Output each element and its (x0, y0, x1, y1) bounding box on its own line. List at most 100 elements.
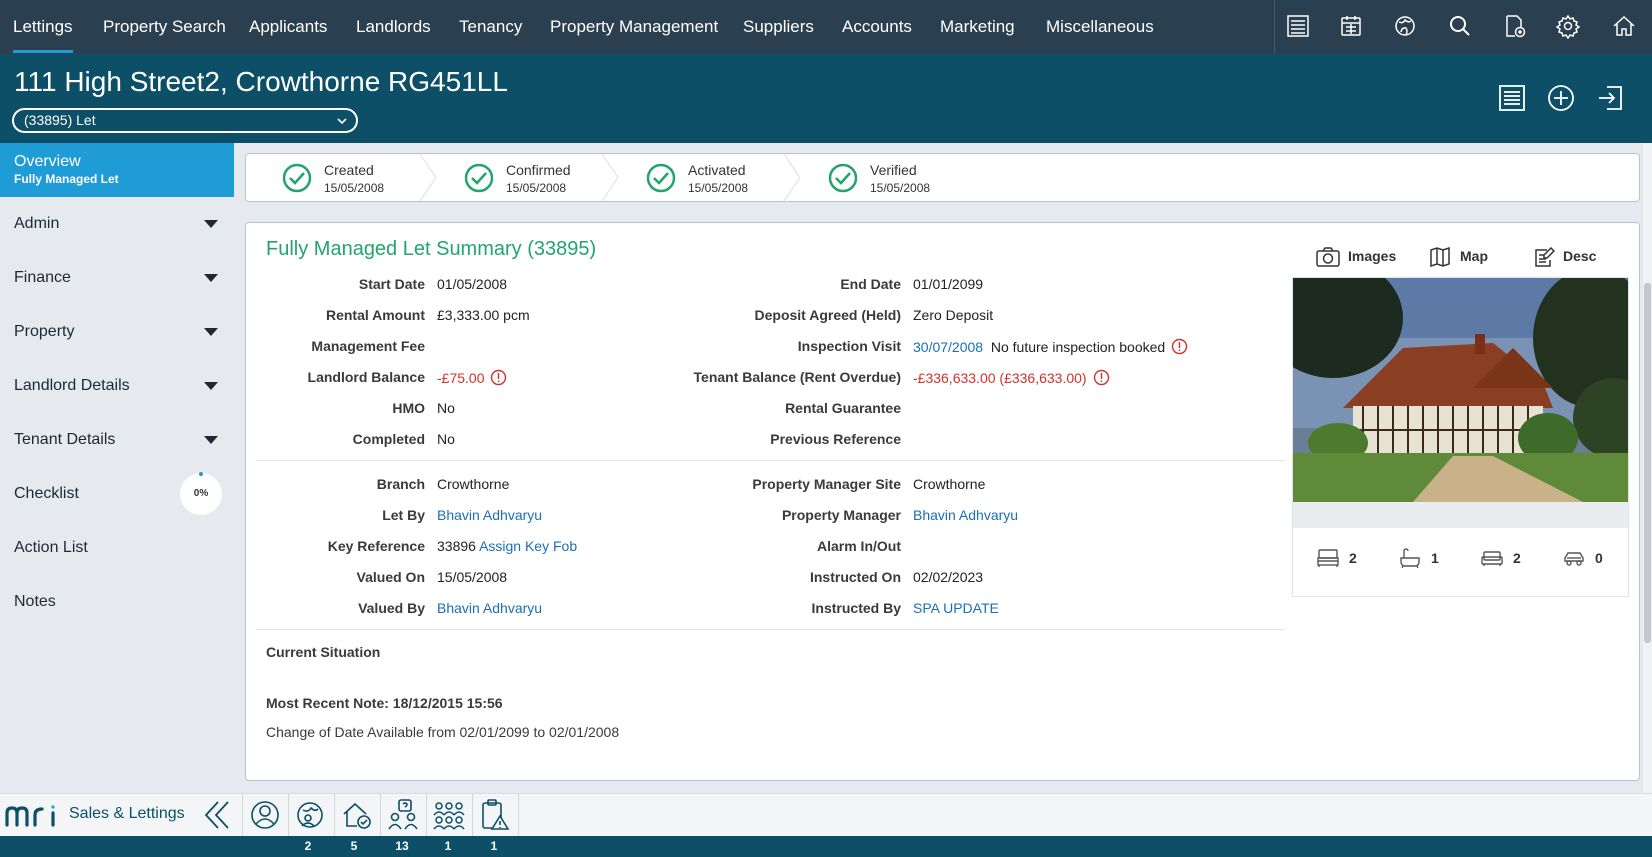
field-label: Valued By (358, 600, 425, 616)
step-date: 15/05/2008 (324, 181, 385, 195)
nav-lettings[interactable]: Lettings (13, 0, 73, 54)
field-label: Alarm In/Out (816, 538, 901, 554)
sidebar-item-checklist[interactable]: Checklist 0% (0, 467, 234, 521)
inspection-visit-link[interactable]: 30/07/2008 (913, 339, 983, 355)
tenancy-status-select[interactable]: (33895) Let (12, 108, 358, 133)
nav-miscellaneous[interactable]: Miscellaneous (1046, 0, 1154, 54)
sidebar-item-label: Property (14, 323, 75, 340)
field-label: Instructed On (809, 569, 901, 585)
start-date-value: 01/05/2008 (437, 276, 508, 292)
user-question-icon[interactable] (386, 798, 420, 832)
step-verified: Verified 15/05/2008 (792, 154, 974, 201)
sidebar-item-admin[interactable]: Admin (0, 197, 234, 251)
check-circle-icon (282, 163, 312, 193)
sidebar-item-label: Landlord Details (14, 377, 130, 394)
field-label: Tenant Balance (Rent Overdue) (693, 369, 901, 385)
warning-icon (490, 369, 507, 386)
field-label: Deposit Agreed (Held) (754, 307, 902, 323)
gear-icon[interactable] (1555, 13, 1581, 39)
nav-applicants[interactable]: Applicants (249, 0, 327, 54)
sidebar-item-property[interactable]: Property (0, 305, 234, 359)
step-date: 15/05/2008 (870, 181, 931, 195)
end-date-value: 01/01/2099 (913, 276, 984, 292)
tab-map[interactable]: Map (1430, 241, 1510, 281)
user-icon[interactable] (248, 798, 282, 832)
pm-site-value: Crowthorne (913, 476, 986, 492)
field-label: Completed (352, 431, 425, 447)
warning-icon (1093, 369, 1110, 386)
valued-by-link[interactable]: Bhavin Adhvaryu (437, 600, 542, 616)
nav-property-search[interactable]: Property Search (103, 0, 226, 54)
landlord-balance-value: -£75.00 (437, 370, 485, 386)
receptions-count: 2 (1513, 550, 1521, 566)
group-icon[interactable] (432, 798, 466, 832)
field-label: Management Fee (311, 338, 425, 354)
calendar-icon[interactable] (1338, 13, 1364, 39)
nav-landlords[interactable]: Landlords (356, 0, 431, 54)
property-header: 111 High Street2, Crowthorne RG451LL (33… (0, 54, 1652, 143)
sidebar-item-landlord-details[interactable]: Landlord Details (0, 359, 234, 413)
clipboard-alert-icon[interactable] (478, 798, 512, 832)
scrollbar[interactable] (1643, 143, 1652, 793)
property-manager-link[interactable]: Bhavin Adhvaryu (913, 507, 1018, 523)
nav-marketing[interactable]: Marketing (940, 0, 1015, 54)
field-label: Property Manager (781, 507, 901, 523)
exit-icon[interactable] (1594, 82, 1626, 114)
nav-property-management[interactable]: Property Management (550, 0, 718, 54)
sidebar-item-notes[interactable]: Notes (0, 575, 234, 629)
alerts-count: 1 (490, 839, 498, 853)
list-icon[interactable] (1285, 13, 1311, 39)
sidebar-item-label: Notes (14, 593, 56, 610)
field-label: HMO (392, 400, 425, 416)
warning-icon (1171, 338, 1188, 355)
collapse-chevron-icon[interactable] (202, 798, 232, 832)
contacts-count: 2 (304, 839, 312, 853)
nav-accounts[interactable]: Accounts (842, 0, 912, 54)
assign-key-fob-link[interactable]: Assign Key Fob (479, 538, 577, 554)
mri-logo (5, 803, 65, 829)
globe-icon[interactable] (1392, 13, 1418, 39)
step-label: Activated (688, 162, 746, 178)
sidebar-item-label: Finance (14, 269, 71, 286)
sidebar-item-label: Tenant Details (14, 431, 116, 448)
recent-note-heading: Most Recent Note: 18/12/2015 15:56 (266, 695, 503, 711)
nav-tenancy[interactable]: Tenancy (459, 0, 522, 54)
tab-desc[interactable]: Desc (1533, 241, 1613, 281)
check-circle-icon (828, 163, 858, 193)
current-situation-heading: Current Situation (266, 644, 381, 660)
top-navigation: Lettings Property Search Applicants Land… (0, 0, 1652, 54)
sidebar-item-action-list[interactable]: Action List (0, 521, 234, 575)
tab-label: Images (1348, 248, 1397, 264)
user-globe-icon[interactable] (293, 798, 327, 832)
queries-count: 13 (395, 839, 409, 853)
instructed-by-link[interactable]: SPA UPDATE (913, 600, 999, 616)
divider (256, 460, 1284, 461)
completed-value: No (437, 431, 455, 447)
inspection-visit: 30/07/2008 No future inspection booked (913, 338, 1188, 355)
instructed-on-value: 02/02/2023 (913, 569, 984, 585)
document-add-icon[interactable] (1501, 13, 1527, 39)
key-reference-value: 33896 (437, 538, 476, 554)
let-by-link[interactable]: Bhavin Adhvaryu (437, 507, 542, 523)
field-label: Key Reference (327, 538, 425, 554)
applicants-count: 5 (350, 839, 358, 853)
scrollbar-thumb[interactable] (1644, 283, 1651, 643)
caret-down-icon (204, 436, 218, 444)
sidebar-item-finance[interactable]: Finance (0, 251, 234, 305)
add-circle-icon[interactable] (1545, 82, 1577, 114)
summary-panel: Fully Managed Let Summary (33895) Start … (245, 222, 1640, 781)
sidebar-item-tenant-details[interactable]: Tenant Details (0, 413, 234, 467)
sidebar-item-overview[interactable]: Overview Fully Managed Let (0, 143, 234, 197)
home-icon[interactable] (1611, 13, 1637, 39)
tab-images[interactable]: Images (1308, 241, 1410, 283)
nav-suppliers[interactable]: Suppliers (743, 0, 814, 54)
bottom-toolbar: Sales & Lettings (0, 793, 1652, 837)
sidebar-item-label: Action List (14, 539, 88, 556)
search-icon[interactable] (1447, 13, 1473, 39)
property-photo[interactable] (1293, 278, 1628, 502)
list-icon[interactable] (1496, 82, 1528, 114)
home-check-icon[interactable] (340, 798, 374, 832)
field-label: Rental Guarantee (785, 400, 901, 416)
caret-down-icon (204, 220, 218, 228)
step-date: 15/05/2008 (506, 181, 567, 195)
